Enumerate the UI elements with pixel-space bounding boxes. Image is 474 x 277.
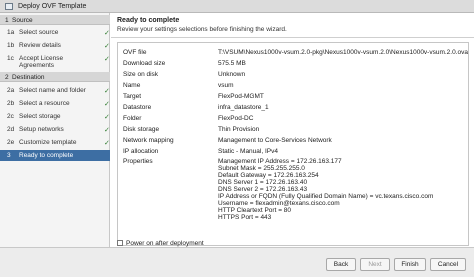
checkmark-icon: ✓ <box>104 56 110 63</box>
step-label: Select a resource <box>19 100 70 107</box>
power-on-checkbox[interactable] <box>117 240 123 246</box>
next-button[interactable]: Next <box>360 258 390 271</box>
section-label: Destination <box>12 73 45 81</box>
checkmark-icon: ✓ <box>104 140 110 147</box>
power-on-label: Power on after deployment <box>126 240 204 247</box>
settings-summary-table: OVF file T:\VSUM\Nexus1000v-vsum.2.0-pkg… <box>117 42 469 246</box>
step-label: Select name and folder <box>19 87 86 94</box>
step-label: Select source <box>19 29 59 36</box>
step-number: 2b <box>7 100 15 107</box>
step-select-name-folder[interactable]: 2a Select name and folder ✓ <box>0 85 110 96</box>
checkmark-icon: ✓ <box>104 101 110 108</box>
property-line: Management IP Address = 172.26.163.177 <box>218 158 342 165</box>
property-line: HTTP Cleartext Port = 80 <box>218 207 292 214</box>
header-divider <box>111 37 474 38</box>
row-value: vsum <box>218 82 234 89</box>
checkmark-icon: ✓ <box>104 30 110 37</box>
page-title: Ready to complete <box>117 17 180 24</box>
step-label: Accept License Agreements <box>19 55 64 69</box>
step-number: 1a <box>7 29 15 36</box>
step-label: Setup networks <box>19 126 64 133</box>
section-label: Source <box>12 16 33 24</box>
checkmark-icon: ✓ <box>104 127 110 134</box>
section-number: 2 <box>5 73 9 81</box>
window-icon <box>5 3 13 10</box>
property-line: DNS Server 1 = 172.26.163.40 <box>218 179 308 186</box>
step-number: 2e <box>7 139 15 146</box>
row-key: Network mapping <box>123 137 174 144</box>
row-value: Unknown <box>218 71 246 78</box>
row-key: Target <box>123 93 142 100</box>
checkmark-icon: ✓ <box>104 114 110 121</box>
wizard-main-panel: Ready to complete Review your settings s… <box>111 13 474 247</box>
step-select-resource[interactable]: 2b Select a resource ✓ <box>0 98 110 109</box>
row-key: Folder <box>123 115 142 122</box>
step-label: Customize template <box>19 139 77 146</box>
step-select-source[interactable]: 1a Select source ✓ <box>0 27 110 38</box>
property-line: Default Gateway = 172.26.163.254 <box>218 172 319 179</box>
cancel-button[interactable]: Cancel <box>430 258 466 271</box>
row-key: Properties <box>123 158 153 165</box>
checkmark-icon: ✓ <box>104 43 110 50</box>
row-value: infra_datastore_1 <box>218 104 269 111</box>
step-number: 2c <box>7 113 14 120</box>
row-key: IP allocation <box>123 148 159 155</box>
row-key: Name <box>123 82 141 89</box>
row-value: T:\VSUM\Nexus1000v-vsum.2.0-pkg\Nexus100… <box>218 49 468 56</box>
step-select-storage[interactable]: 2c Select storage ✓ <box>0 111 110 122</box>
step-label: Review details <box>19 42 61 49</box>
step-accept-license[interactable]: 1c Accept License Agreements ✓ <box>0 53 110 69</box>
row-key: Datastore <box>123 104 152 111</box>
row-value: FlexPod-DC <box>218 115 254 122</box>
step-label: Select storage <box>19 113 61 120</box>
row-key: Size on disk <box>123 71 159 78</box>
step-setup-networks[interactable]: 2d Setup networks ✓ <box>0 124 110 135</box>
finish-button[interactable]: Finish <box>394 258 426 271</box>
step-ready-to-complete[interactable]: 3 Ready to complete <box>0 150 110 161</box>
page-subtitle: Review your settings selections before f… <box>117 26 287 33</box>
property-line: Username = flexadmin@texans.cisco.com <box>218 200 340 207</box>
step-number: 1c <box>7 55 14 62</box>
row-key: OVF file <box>123 49 147 56</box>
property-line: DNS Server 2 = 172.26.163.43 <box>218 186 308 193</box>
step-customize-template[interactable]: 2e Customize template ✓ <box>0 137 110 148</box>
window-title: Deploy OVF Template <box>18 3 87 10</box>
section-destination: 2 Destination <box>0 72 110 82</box>
row-key: Download size <box>123 60 166 67</box>
property-line: HTTPS Port = 443 <box>218 214 272 221</box>
section-number: 1 <box>5 16 9 24</box>
row-key: Disk storage <box>123 126 160 133</box>
property-line: Subnet Mask = 255.255.255.0 <box>218 165 305 172</box>
properties-value: Management IP Address = 172.26.163.177 S… <box>218 158 433 221</box>
row-value: FlexPod-MGMT <box>218 93 264 100</box>
step-review-details[interactable]: 1b Review details ✓ <box>0 40 110 51</box>
row-value: Static - Manual, IPv4 <box>218 148 278 155</box>
step-number: 1b <box>7 42 15 49</box>
wizard-sidebar: 1 Source 1a Select source ✓ 1b Review de… <box>0 13 110 247</box>
section-source: 1 Source <box>0 15 110 25</box>
checkmark-icon: ✓ <box>104 88 110 95</box>
row-value: Management to Core-Services Network <box>218 137 332 144</box>
back-button[interactable]: Back <box>326 258 356 271</box>
step-number: 2d <box>7 126 15 133</box>
row-value: 575.5 MB <box>218 60 246 67</box>
property-line: IP Address or FQDN (Fully Qualified Doma… <box>218 193 434 200</box>
step-number: 2a <box>7 87 15 94</box>
step-label: Ready to complete <box>19 152 74 159</box>
step-number: 3 <box>7 152 11 159</box>
window-titlebar: Deploy OVF Template <box>0 0 474 13</box>
row-value: Thin Provision <box>218 126 260 133</box>
